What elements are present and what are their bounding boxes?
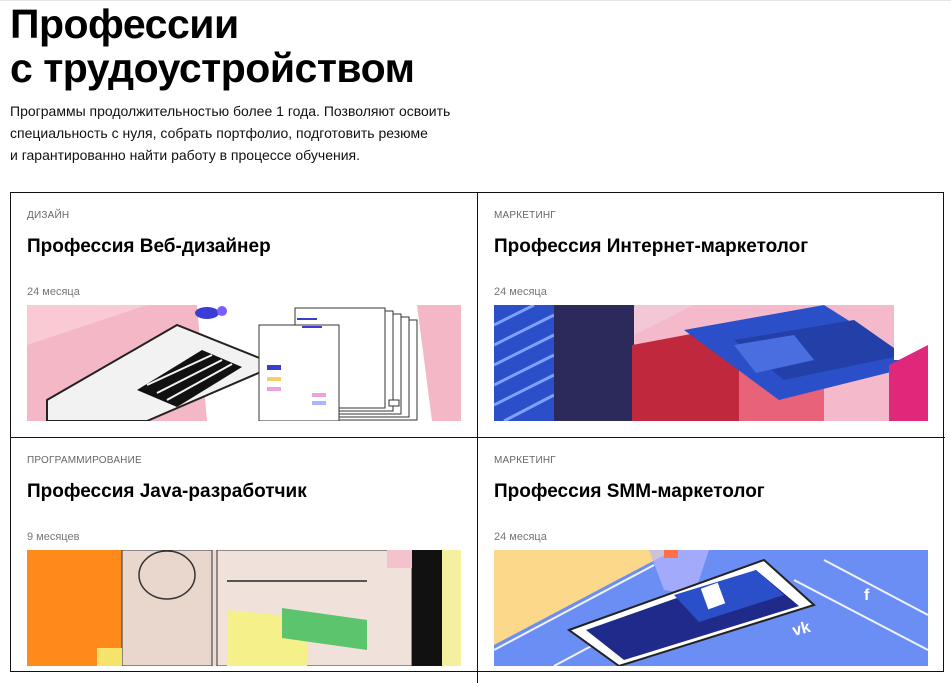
laptop-marketing-illustration bbox=[494, 305, 928, 421]
page-description: Программы продолжительностью более 1 год… bbox=[10, 100, 480, 166]
course-category: МАРКЕТИНГ bbox=[494, 455, 556, 466]
description-line: специальность с нуля, собрать портфолио,… bbox=[10, 125, 428, 141]
course-card-smm-marketer[interactable]: МАРКЕТИНГ Профессия SMM-маркетолог 24 ме… bbox=[478, 438, 945, 683]
courses-grid: ДИЗАЙН Профессия Веб-дизайнер 24 месяца bbox=[10, 192, 945, 683]
course-title[interactable]: Профессия Веб-дизайнер bbox=[27, 235, 271, 259]
course-title[interactable]: Профессия Java-разработчик bbox=[27, 480, 307, 504]
laptop-web-design-illustration bbox=[27, 305, 461, 421]
code-window-illustration bbox=[27, 550, 461, 666]
course-duration: 24 месяца bbox=[494, 286, 547, 298]
course-card-internet-marketer[interactable]: МАРКЕТИНГ Профессия Интернет-маркетолог … bbox=[478, 193, 945, 438]
description-line: Программы продолжительностью более 1 год… bbox=[10, 103, 451, 119]
course-duration: 9 месяцев bbox=[27, 531, 80, 543]
course-category: ПРОГРАММИРОВАНИЕ bbox=[27, 455, 142, 466]
course-card-web-designer[interactable]: ДИЗАЙН Профессия Веб-дизайнер 24 месяца bbox=[11, 193, 478, 438]
course-category: МАРКЕТИНГ bbox=[494, 210, 556, 221]
smartphone-social-illustration: vk f bbox=[494, 550, 928, 666]
page-title-line-2: с трудоустройством bbox=[10, 45, 415, 91]
page-title-line-1: Профессии bbox=[10, 1, 239, 47]
course-duration: 24 месяца bbox=[27, 286, 80, 298]
page-title: Профессии с трудоустройством bbox=[10, 1, 415, 91]
course-title[interactable]: Профессия SMM-маркетолог bbox=[494, 480, 765, 504]
course-category: ДИЗАЙН bbox=[27, 210, 70, 221]
course-title[interactable]: Профессия Интернет-маркетолог bbox=[494, 235, 808, 259]
course-card-java-developer[interactable]: ПРОГРАММИРОВАНИЕ Профессия Java-разработ… bbox=[11, 438, 478, 683]
svg-text:f: f bbox=[864, 587, 870, 604]
course-duration: 24 месяца bbox=[494, 531, 547, 543]
description-line: и гарантированно найти работу в процессе… bbox=[10, 147, 360, 163]
